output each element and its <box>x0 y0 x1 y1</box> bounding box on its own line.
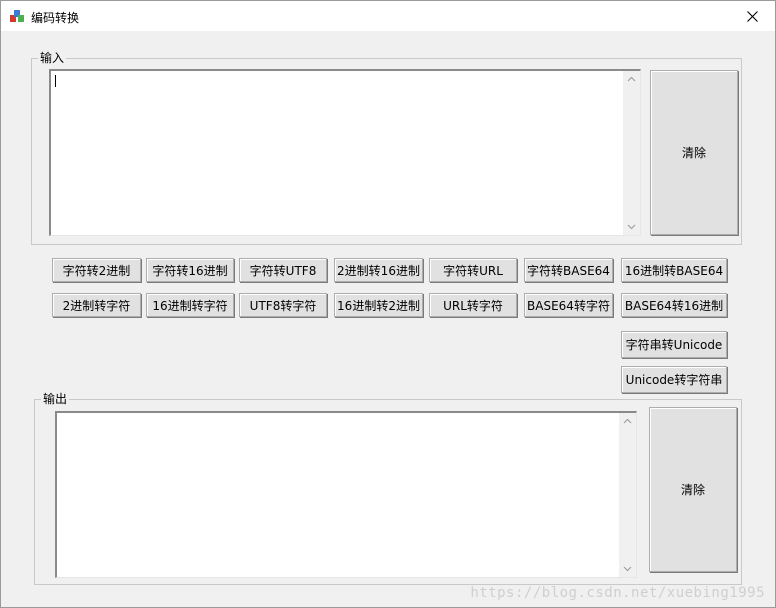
char-to-url-button[interactable]: 字符转URL <box>429 258 517 282</box>
char-to-utf8-button[interactable]: 字符转UTF8 <box>239 258 327 282</box>
input-textarea[interactable] <box>49 69 641 236</box>
base64-to-char-button[interactable]: BASE64转字符 <box>524 293 613 317</box>
title-bar: 编码转换 <box>1 1 775 31</box>
output-legend: 输出 <box>41 392 70 406</box>
app-window: 编码转换 输入 清除 字符转2进制 字符转16进制 字符转UTF8 2进制转16… <box>0 0 776 608</box>
output-clear-button[interactable]: 清除 <box>649 407 737 572</box>
url-to-char-button[interactable]: URL转字符 <box>429 293 517 317</box>
input-clear-button[interactable]: 清除 <box>650 70 738 235</box>
string-to-unicode-button[interactable]: 字符串转Unicode <box>621 331 727 358</box>
unicode-to-string-button[interactable]: Unicode转字符串 <box>621 366 727 393</box>
scroll-up-icon[interactable] <box>623 417 632 426</box>
watermark: https://blog.csdn.net/xuebing1995 <box>470 585 765 601</box>
scroll-down-icon[interactable] <box>627 222 636 231</box>
input-legend: 输入 <box>38 51 67 65</box>
app-icon <box>9 8 25 24</box>
scroll-down-icon[interactable] <box>623 564 632 573</box>
close-icon <box>746 10 758 22</box>
text-caret <box>55 75 56 87</box>
hex-to-char-button[interactable]: 16进制转字符 <box>146 293 234 317</box>
window-title: 编码转换 <box>31 11 80 25</box>
char-to-base64-button[interactable]: 字符转BASE64 <box>524 258 613 282</box>
char-to-bin-button[interactable]: 字符转2进制 <box>52 258 141 282</box>
bin-to-char-button[interactable]: 2进制转字符 <box>52 293 141 317</box>
scroll-up-icon[interactable] <box>627 75 636 84</box>
bin-to-hex-button[interactable]: 2进制转16进制 <box>334 258 423 282</box>
input-scrollbar[interactable] <box>623 71 640 235</box>
utf8-to-char-button[interactable]: UTF8转字符 <box>239 293 327 317</box>
char-to-hex-button[interactable]: 字符转16进制 <box>146 258 234 282</box>
hex-to-bin-button[interactable]: 16进制转2进制 <box>334 293 423 317</box>
hex-to-base64-button[interactable]: 16进制转BASE64 <box>621 258 727 282</box>
close-button[interactable] <box>729 1 775 31</box>
output-scrollbar[interactable] <box>619 413 636 577</box>
base64-to-hex-button[interactable]: BASE64转16进制 <box>621 293 727 317</box>
output-textarea[interactable] <box>55 411 637 578</box>
